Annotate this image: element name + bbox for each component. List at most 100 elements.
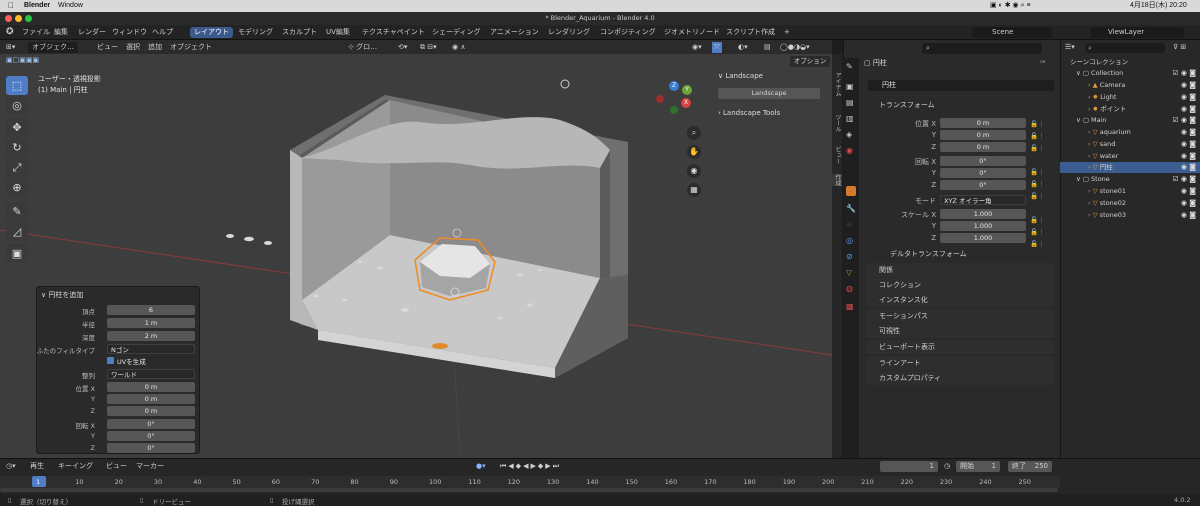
properties-search-input[interactable]: ⌕	[922, 43, 1042, 54]
location-z-field[interactable]: 0 m	[940, 142, 1026, 152]
tab-animation[interactable]: アニメーション	[486, 27, 543, 38]
tab-scripting[interactable]: スクリプト作成	[722, 27, 779, 38]
cursor-tool-icon[interactable]: ◎	[6, 96, 28, 115]
clock-icon[interactable]: ◷	[944, 461, 950, 472]
rotation-x-field[interactable]: 0°	[107, 419, 195, 429]
outliner-search-input[interactable]: ⌕	[1085, 43, 1165, 53]
xray-icon[interactable]: ▤	[764, 42, 771, 53]
visibility-icon[interactable]: ◉▾	[692, 42, 702, 53]
outliner-row-collection[interactable]: ∨ ▢ Collection ☑ ◉ ◙	[1060, 68, 1200, 79]
visibility-icons[interactable]: ☑ ◉ ◙	[1172, 174, 1196, 185]
section-custom-properties[interactable]: カスタムプロパティ	[865, 371, 1055, 385]
outliner-row-cylinder[interactable]: › ▽ 円柱 ◉ ◙	[1060, 162, 1200, 173]
tab-create[interactable]: 作成	[832, 174, 842, 186]
landscape-panel-header[interactable]: ∨ Landscape	[718, 72, 763, 80]
record-icon[interactable]: ●▾	[476, 461, 486, 472]
menu-help[interactable]: ヘルプ	[148, 27, 177, 38]
tab-compositing[interactable]: コンポジティング	[596, 27, 660, 38]
location-x-field[interactable]: 0 m	[940, 118, 1026, 128]
close-window-button[interactable]	[5, 15, 12, 22]
view-layer-tab-icon[interactable]: ▥	[846, 114, 856, 124]
rotate-tool-icon[interactable]: ↻	[6, 138, 28, 157]
visibility-icons[interactable]: ◉ ◙	[1181, 80, 1196, 91]
output-tab-icon[interactable]: ▤	[846, 98, 856, 108]
gizmo-y-axis[interactable]: Y	[682, 85, 692, 95]
outliner-row-stone01[interactable]: › ▽ stone01 ◉ ◙	[1060, 186, 1200, 197]
transform-tool-icon[interactable]: ⊕	[6, 178, 28, 197]
tab-sculpt[interactable]: スカルプト	[278, 27, 321, 38]
radius-field[interactable]: 1 m	[107, 318, 195, 328]
rotation-mode-dropdown[interactable]: XYZ オイラー角	[940, 195, 1026, 205]
options-dropdown[interactable]: オプション	[790, 56, 830, 67]
snap-icon[interactable]: ⧉ ⊟▾	[420, 42, 437, 53]
overlay-toggle-icon[interactable]: ◐▾	[738, 42, 748, 53]
menu-timeline-view[interactable]: ビュー	[106, 461, 127, 472]
visibility-icons[interactable]: ◉ ◙	[1181, 92, 1196, 103]
add-workspace-button[interactable]: +	[780, 27, 794, 38]
data-tab-icon[interactable]: ▽	[846, 268, 856, 278]
pin-icon[interactable]: ✑	[1040, 58, 1046, 66]
editor-type-icon[interactable]: ⊞▾	[6, 42, 15, 53]
tab-uv-editing[interactable]: UV編集	[322, 27, 354, 38]
constraints-tab-icon[interactable]: ⊘	[846, 252, 856, 262]
texture-tab-icon[interactable]: ▩	[846, 302, 856, 312]
proportional-edit-icon[interactable]: ◉ ∧	[452, 42, 465, 53]
outliner-row-stone02[interactable]: › ▽ stone02 ◉ ◙	[1060, 198, 1200, 209]
camera-view-icon[interactable]: ◉	[687, 164, 701, 178]
end-frame-field[interactable]: 終了 250	[1008, 461, 1052, 472]
gizmo-z-axis[interactable]: Z	[669, 81, 679, 91]
rotation-x-field[interactable]: 0°	[940, 156, 1026, 166]
tab-item[interactable]: アイテム	[832, 72, 842, 96]
measure-tool-icon[interactable]: ◿	[6, 222, 28, 241]
gizmo-toggle-icon[interactable]: ⤧	[712, 42, 722, 53]
section-line-art[interactable]: ラインアート	[865, 356, 1055, 370]
tab-rendering[interactable]: レンダリング	[544, 27, 594, 38]
visibility-icons[interactable]: ◉ ◙	[1181, 104, 1196, 115]
pivot-icon[interactable]: ⟲▾	[398, 42, 407, 53]
playback-controls[interactable]: ⏮◀◆◀▶◆▶⏭	[500, 461, 561, 472]
mode-dropdown[interactable]: オブジェク…	[28, 42, 78, 53]
tab-layout[interactable]: レイアウト	[190, 27, 233, 38]
menu-keying[interactable]: キーイング	[58, 461, 93, 472]
section-viewport-display[interactable]: ビューポート表示	[865, 340, 1055, 354]
mac-window-menu[interactable]: Window	[58, 1, 83, 11]
tab-texture-paint[interactable]: テクスチャペイント	[358, 27, 429, 38]
rotation-z-field[interactable]: 0°	[940, 180, 1026, 190]
vertices-field[interactable]: 6	[107, 305, 195, 315]
timeline-editor-icon[interactable]: ◷▾	[6, 461, 16, 472]
visibility-icons[interactable]: ◉ ◙	[1181, 151, 1196, 162]
outliner-editor-icon[interactable]: ☰▾	[1065, 43, 1075, 51]
visibility-icons[interactable]: ◉ ◙	[1181, 162, 1196, 173]
landscape-button[interactable]: Landscape	[718, 88, 820, 99]
section-collections[interactable]: コレクション	[865, 278, 1055, 292]
outliner-row-stone03[interactable]: › ▽ stone03 ◉ ◙	[1060, 210, 1200, 221]
scale-y-field[interactable]: 1.000	[940, 221, 1026, 231]
menu-render[interactable]: レンダー	[74, 27, 110, 38]
generate-uv-checkbox[interactable]	[107, 357, 114, 364]
tab-modeling[interactable]: モデリング	[234, 27, 277, 38]
outliner-row-main[interactable]: ∨ ▢ Main ☑ ◉ ◙	[1060, 115, 1200, 126]
ortho-grid-icon[interactable]: ▦	[687, 183, 701, 197]
outliner-row-sand[interactable]: › ▽ sand ◉ ◙	[1060, 139, 1200, 150]
section-visibility[interactable]: 可視性	[865, 324, 1055, 338]
operator-panel-title[interactable]: ∨ 円柱を追加	[41, 290, 83, 300]
rotation-z-field[interactable]: 0°	[107, 443, 195, 453]
mac-app-menu[interactable]: Blender	[24, 1, 50, 11]
object-tab-icon[interactable]	[846, 186, 856, 196]
outliner-row-stone[interactable]: ∨ ▢ Stone ☑ ◉ ◙	[1060, 174, 1200, 185]
selection-mode-icons[interactable]: ▣▢▣▣▣	[6, 55, 39, 66]
menu-select[interactable]: 選択	[126, 42, 140, 53]
gizmo-neg-x[interactable]	[656, 95, 664, 103]
visibility-icons[interactable]: ☑ ◉ ◙	[1172, 68, 1196, 79]
outliner-row-aquarium[interactable]: › ▽ aquarium ◉ ◙	[1060, 127, 1200, 138]
zoom-icon[interactable]: ⌕	[687, 126, 701, 140]
annotate-tool-icon[interactable]: ✎	[6, 202, 28, 221]
lock-icons[interactable]: 🔓⋮ 🔓⋮ 🔓⋮ 🔓⋮ 🔓⋮ 🔓⋮ 🔓⋮ 🔓⋮ 🔓⋮	[1030, 118, 1052, 248]
visibility-icons[interactable]: ◉ ◙	[1181, 139, 1196, 150]
navigation-gizmo[interactable]: Z X Y	[654, 78, 696, 120]
pan-hand-icon[interactable]: ✋	[687, 145, 701, 159]
select-tool-icon[interactable]: ⬚	[6, 76, 28, 95]
visibility-icons[interactable]: ◉ ◙	[1181, 127, 1196, 138]
menu-marker[interactable]: マーカー	[136, 461, 164, 472]
current-frame-field[interactable]: 1	[880, 461, 938, 472]
